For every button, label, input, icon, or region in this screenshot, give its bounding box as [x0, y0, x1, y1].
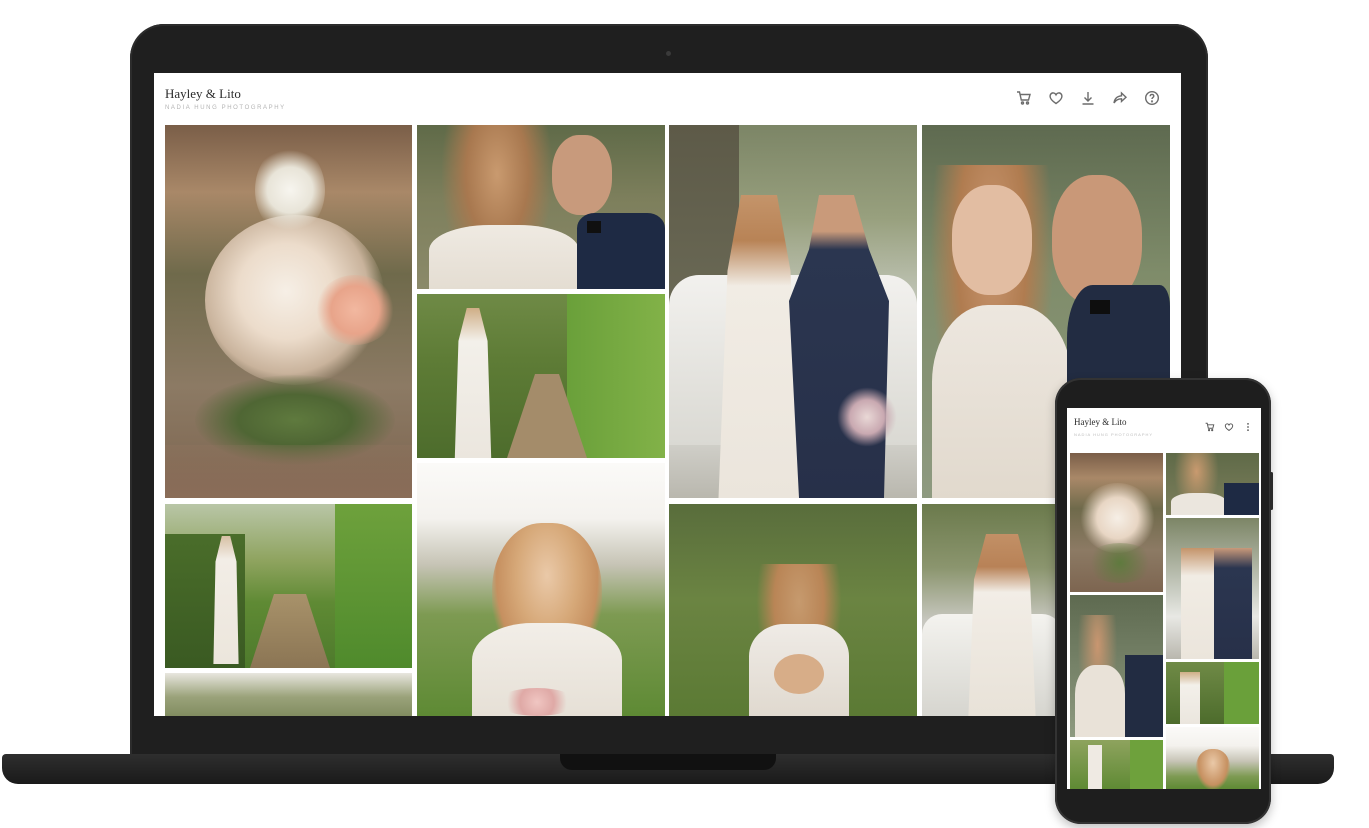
- photo-couple-car-embrace[interactable]: [669, 125, 917, 498]
- mobile-photo-bride-vineyard-row[interactable]: [1070, 740, 1163, 789]
- photo-bride-vineyard[interactable]: [417, 294, 665, 458]
- cart-icon[interactable]: [1015, 89, 1033, 107]
- mobile-gallery-subtitle: NADIA HUNG PHOTOGRAPHY: [1074, 432, 1154, 437]
- phone-side-button: [1270, 472, 1273, 510]
- help-icon[interactable]: [1143, 89, 1161, 107]
- mobile-photo-couple-closeup-large[interactable]: [1070, 595, 1163, 737]
- laptop-camera: [666, 51, 671, 56]
- share-icon[interactable]: [1111, 89, 1129, 107]
- mobile-photo-flower-centerpiece[interactable]: [1070, 453, 1163, 592]
- mobile-photo-bride-vineyard[interactable]: [1166, 662, 1259, 724]
- photo-couple-partial[interactable]: [165, 673, 412, 716]
- mobile-photo-couple-car-embrace[interactable]: [1166, 518, 1259, 659]
- mobile-gallery-screen: Hayley & Lito NADIA HUNG PHOTOGRAPHY: [1067, 408, 1261, 789]
- more-vertical-icon[interactable]: [1243, 419, 1253, 437]
- heart-icon[interactable]: [1224, 419, 1234, 437]
- heart-icon[interactable]: [1047, 89, 1065, 107]
- mobile-photo-couple-closeup[interactable]: [1166, 453, 1259, 515]
- download-icon[interactable]: [1079, 89, 1097, 107]
- photo-bride-vineyard-row[interactable]: [165, 504, 412, 668]
- photo-bride-back-vineyard[interactable]: [669, 504, 917, 716]
- photo-flower-centerpiece[interactable]: [165, 125, 412, 498]
- cart-icon[interactable]: [1205, 419, 1215, 437]
- mobile-gallery-title: Hayley & Lito: [1074, 417, 1127, 427]
- laptop-notch: [560, 754, 776, 770]
- photo-bride-bouquet[interactable]: [417, 463, 665, 716]
- gallery-title: Hayley & Lito: [165, 86, 241, 101]
- gallery-header: Hayley & Lito NADIA HUNG PHOTOGRAPHY: [154, 73, 1181, 125]
- gallery-subtitle: NADIA HUNG PHOTOGRAPHY: [165, 105, 286, 111]
- mobile-photo-bride-bouquet[interactable]: [1166, 727, 1259, 789]
- desktop-gallery-screen: Hayley & Lito NADIA HUNG PHOTOGRAPHY: [154, 73, 1181, 716]
- photo-couple-closeup[interactable]: [417, 125, 665, 289]
- mobile-header-actions: [1205, 419, 1253, 437]
- header-actions: [1015, 89, 1161, 107]
